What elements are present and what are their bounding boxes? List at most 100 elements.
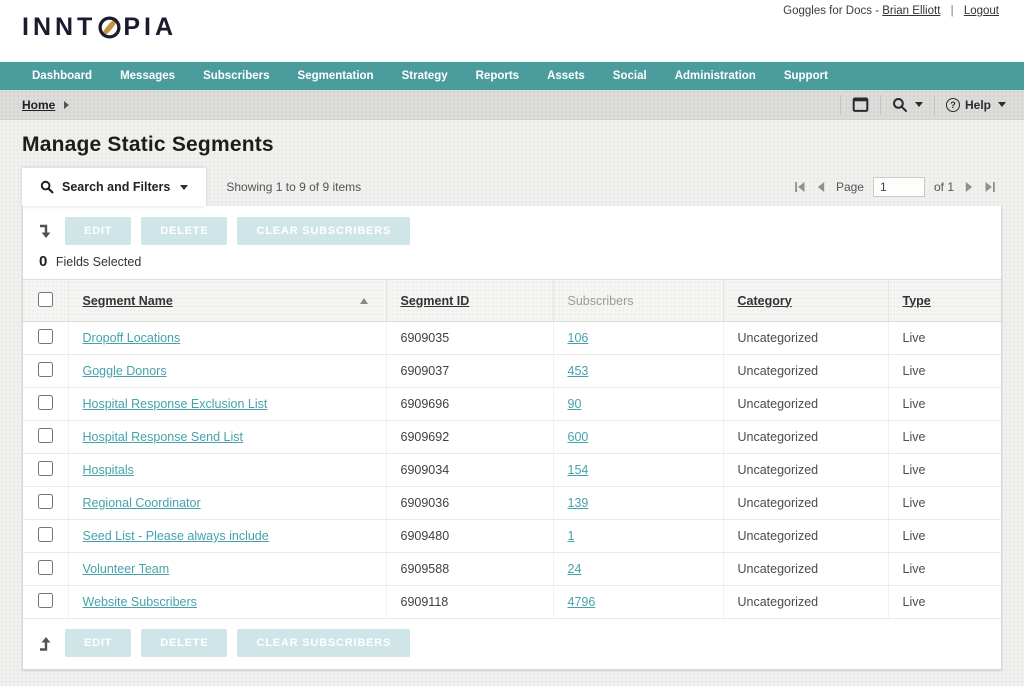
clear-subscribers-button[interactable]: CLEAR SUBSCRIBERS: [237, 629, 410, 657]
table-row: Dropoff Locations 6909035 106 Uncategori…: [23, 322, 1001, 355]
account-divider: |: [951, 5, 954, 17]
jump-to-top-icon[interactable]: [37, 635, 53, 652]
segment-id-cell: 6909037: [386, 355, 553, 388]
segment-name-link[interactable]: Hospital Response Exclusion List: [83, 397, 268, 411]
category-cell: Uncategorized: [723, 355, 888, 388]
segment-id-cell: 6909588: [386, 553, 553, 586]
segment-name-link[interactable]: Website Subscribers: [83, 595, 197, 609]
main-nav: Dashboard Messages Subscribers Segmentat…: [0, 62, 1024, 90]
subscribers-link[interactable]: 1: [568, 529, 575, 543]
row-checkbox[interactable]: [38, 593, 53, 608]
breadcrumb-home-link[interactable]: Home: [22, 98, 55, 112]
delete-button[interactable]: DELETE: [141, 217, 227, 245]
column-header-type[interactable]: Type: [903, 294, 931, 308]
prev-page-icon: [815, 181, 827, 193]
segment-name-link[interactable]: Regional Coordinator: [83, 496, 201, 510]
first-page-icon: [794, 181, 806, 193]
subscribers-link[interactable]: 600: [568, 430, 589, 444]
table-row: Goggle Donors 6909037 453 Uncategorized …: [23, 355, 1001, 388]
table-row: Website Subscribers 6909118 4796 Uncateg…: [23, 586, 1001, 619]
help-label: Help: [965, 98, 991, 112]
compass-icon: [96, 15, 123, 40]
category-cell: Uncategorized: [723, 388, 888, 421]
segment-name-link[interactable]: Goggle Donors: [83, 364, 167, 378]
edit-button[interactable]: EDIT: [65, 217, 131, 245]
row-checkbox[interactable]: [38, 527, 53, 542]
subscribers-link[interactable]: 24: [568, 562, 582, 576]
segment-id-cell: 6909036: [386, 487, 553, 520]
subscribers-link[interactable]: 453: [568, 364, 589, 378]
segment-name-link[interactable]: Volunteer Team: [83, 562, 170, 576]
first-page-button[interactable]: [794, 181, 806, 193]
nav-item-subscribers[interactable]: Subscribers: [189, 70, 283, 82]
segment-name-link[interactable]: Hospital Response Send List: [83, 430, 244, 444]
type-cell: Live: [888, 388, 1001, 421]
row-checkbox[interactable]: [38, 329, 53, 344]
calendar-icon: [852, 96, 869, 113]
help-menu-button[interactable]: ? Help: [946, 98, 1006, 112]
select-all-checkbox[interactable]: [38, 292, 53, 307]
row-checkbox[interactable]: [38, 560, 53, 575]
toolbar-row: Search and Filters Showing 1 to 9 of 9 i…: [0, 168, 1024, 206]
page-title: Manage Static Segments: [0, 120, 1024, 168]
column-header-segment-id[interactable]: Segment ID: [401, 294, 470, 308]
row-checkbox[interactable]: [38, 362, 53, 377]
table-header-row: Segment Name Segment ID Subscribers Cate…: [23, 280, 1001, 322]
row-checkbox[interactable]: [38, 395, 53, 410]
page-number-input[interactable]: [873, 177, 925, 197]
content: Manage Static Segments Search and Filter…: [0, 120, 1024, 686]
subscribers-link[interactable]: 139: [568, 496, 589, 510]
search-filters-label: Search and Filters: [62, 180, 170, 194]
last-page-button[interactable]: [984, 181, 996, 193]
nav-item-support[interactable]: Support: [770, 70, 842, 82]
nav-item-segmentation[interactable]: Segmentation: [284, 70, 388, 82]
subscribers-link[interactable]: 4796: [568, 595, 596, 609]
nav-item-administration[interactable]: Administration: [661, 70, 770, 82]
segment-name-link[interactable]: Seed List - Please always include: [83, 529, 269, 543]
table-row: Seed List - Please always include 690948…: [23, 520, 1001, 553]
row-checkbox[interactable]: [38, 494, 53, 509]
segment-name-link[interactable]: Dropoff Locations: [83, 331, 181, 345]
fields-selected-status: 0 Fields Selected: [23, 250, 1001, 279]
edit-button[interactable]: EDIT: [65, 629, 131, 657]
top-action-bar: EDIT DELETE CLEAR SUBSCRIBERS: [23, 206, 1001, 250]
next-page-button[interactable]: [963, 181, 975, 193]
column-header-segment-name[interactable]: Segment Name: [83, 294, 173, 308]
nav-item-dashboard[interactable]: Dashboard: [18, 70, 106, 82]
segment-name-link[interactable]: Hospitals: [83, 463, 134, 477]
logo[interactable]: INNT PIA: [22, 13, 177, 42]
delete-button[interactable]: DELETE: [141, 629, 227, 657]
user-link[interactable]: Brian Elliott: [882, 5, 940, 17]
subscribers-link[interactable]: 154: [568, 463, 589, 477]
page-label: Page: [836, 180, 864, 194]
type-cell: Live: [888, 421, 1001, 454]
nav-item-strategy[interactable]: Strategy: [388, 70, 462, 82]
search-menu-button[interactable]: [892, 97, 923, 113]
table-row: Hospitals 6909034 154 Uncategorized Live: [23, 454, 1001, 487]
nav-item-messages[interactable]: Messages: [106, 70, 189, 82]
segment-id-cell: 6909480: [386, 520, 553, 553]
table-row: Regional Coordinator 6909036 139 Uncateg…: [23, 487, 1001, 520]
type-cell: Live: [888, 520, 1001, 553]
nav-item-assets[interactable]: Assets: [533, 70, 599, 82]
column-header-category[interactable]: Category: [738, 294, 792, 308]
showing-items-text: Showing 1 to 9 of 9 items: [226, 180, 361, 194]
table-row: Hospital Response Exclusion List 6909696…: [23, 388, 1001, 421]
nav-item-social[interactable]: Social: [599, 70, 661, 82]
bottom-action-bar: EDIT DELETE CLEAR SUBSCRIBERS: [23, 619, 1001, 669]
search-and-filters-tab[interactable]: Search and Filters: [22, 168, 206, 206]
row-checkbox[interactable]: [38, 428, 53, 443]
nav-item-reports[interactable]: Reports: [462, 70, 533, 82]
jump-to-bottom-icon[interactable]: [37, 223, 53, 240]
logout-link[interactable]: Logout: [964, 5, 999, 17]
subscribers-link[interactable]: 106: [568, 331, 589, 345]
clear-subscribers-button[interactable]: CLEAR SUBSCRIBERS: [237, 217, 410, 245]
subscribers-link[interactable]: 90: [568, 397, 582, 411]
chevron-down-icon: [180, 185, 188, 190]
last-page-icon: [984, 181, 996, 193]
row-checkbox[interactable]: [38, 461, 53, 476]
prev-page-button[interactable]: [815, 181, 827, 193]
type-cell: Live: [888, 553, 1001, 586]
account-label: Goggles for Docs -: [783, 5, 879, 17]
calendar-button[interactable]: [852, 96, 869, 113]
